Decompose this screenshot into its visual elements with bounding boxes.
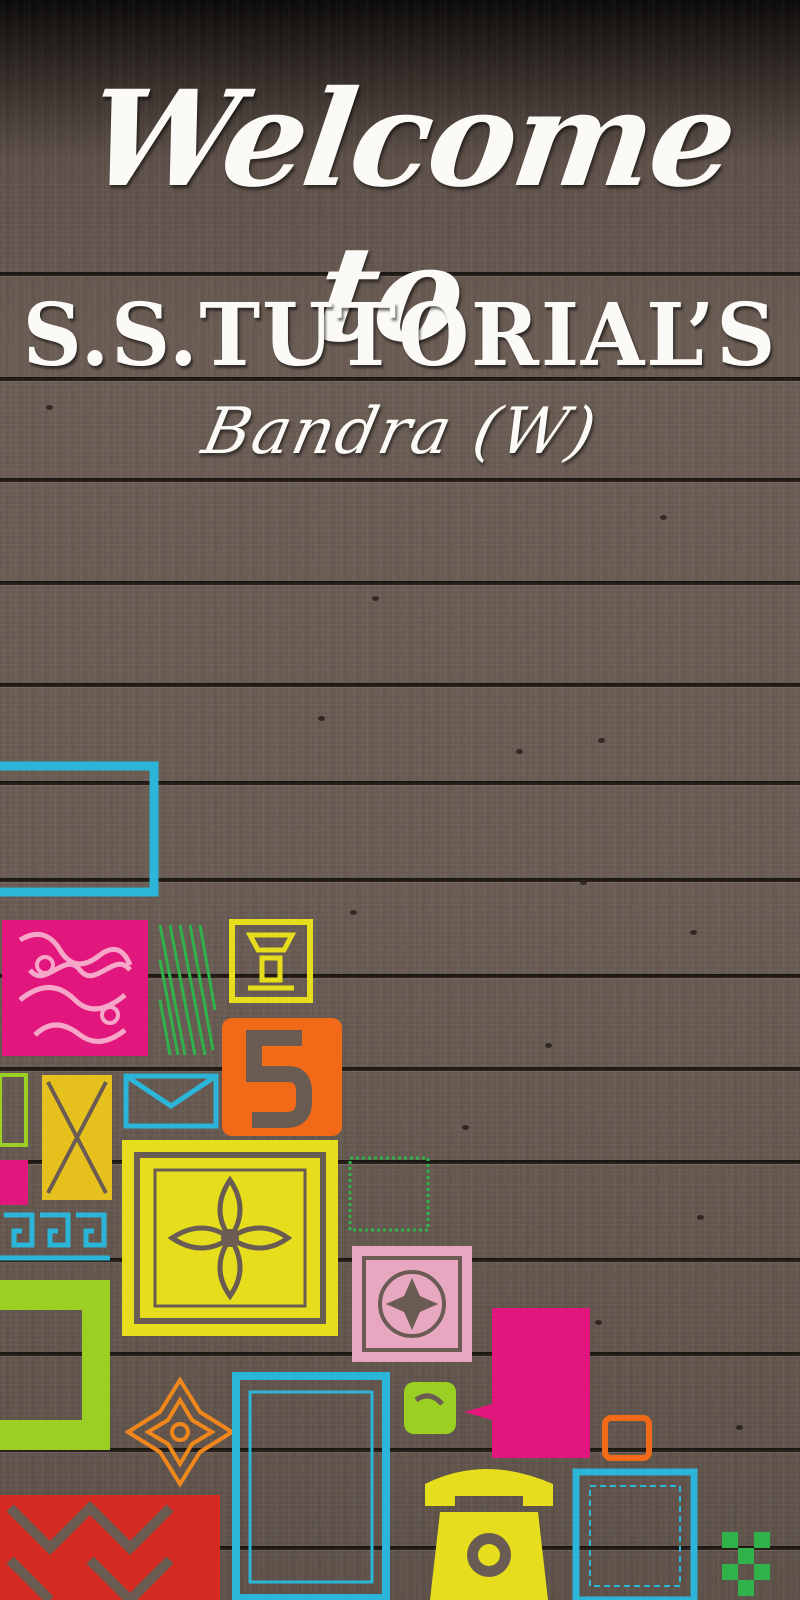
zigzag-icon: [0, 1495, 220, 1600]
checker-icon: [722, 1532, 770, 1596]
rosette-tile-icon: [352, 1246, 472, 1362]
location-label: Bandra (W): [196, 395, 604, 469]
telephone-icon: [425, 1469, 553, 1600]
poster-background: Welcome to S.S.TUTORIAL’S Bandra (W): [0, 0, 800, 1600]
green-badge-icon: [404, 1382, 456, 1434]
wood-knot: [598, 738, 605, 743]
plank-seam: [0, 478, 800, 482]
brand-name: S.S.TUTORIAL’S: [22, 285, 778, 386]
ornate-tile-icon: [2, 920, 148, 1056]
floral-tile-icon: [122, 1140, 338, 1336]
wood-grain: [0, 585, 800, 675]
wood-knot: [318, 716, 325, 721]
speech-bubble-icon: [464, 1308, 590, 1458]
mirror-frame-icon: [232, 1372, 390, 1600]
plank-seam: [0, 581, 800, 585]
number-five-icon: [222, 1018, 342, 1136]
decorative-collage: [0, 761, 770, 1600]
lime-block-icon: [0, 1280, 110, 1450]
key-pattern-icon: [0, 1212, 110, 1261]
frame-outline-icon: [0, 761, 159, 897]
x-tile-icon: [0, 1073, 112, 1205]
envelope-icon: [123, 1073, 219, 1129]
plank-seam: [0, 683, 800, 687]
wood-knot: [516, 749, 523, 754]
star-flower-icon: [124, 1376, 236, 1488]
orange-frame-icon: [602, 1415, 652, 1461]
wood-knot: [372, 596, 379, 601]
small-frame-icon: [348, 1156, 430, 1232]
vase-stencil-icon: [229, 919, 313, 1003]
wood-knot: [660, 515, 667, 520]
wood-grain: [0, 480, 800, 570]
striped-tile-icon: [158, 924, 217, 1056]
ornate-frame-icon: [572, 1468, 698, 1600]
